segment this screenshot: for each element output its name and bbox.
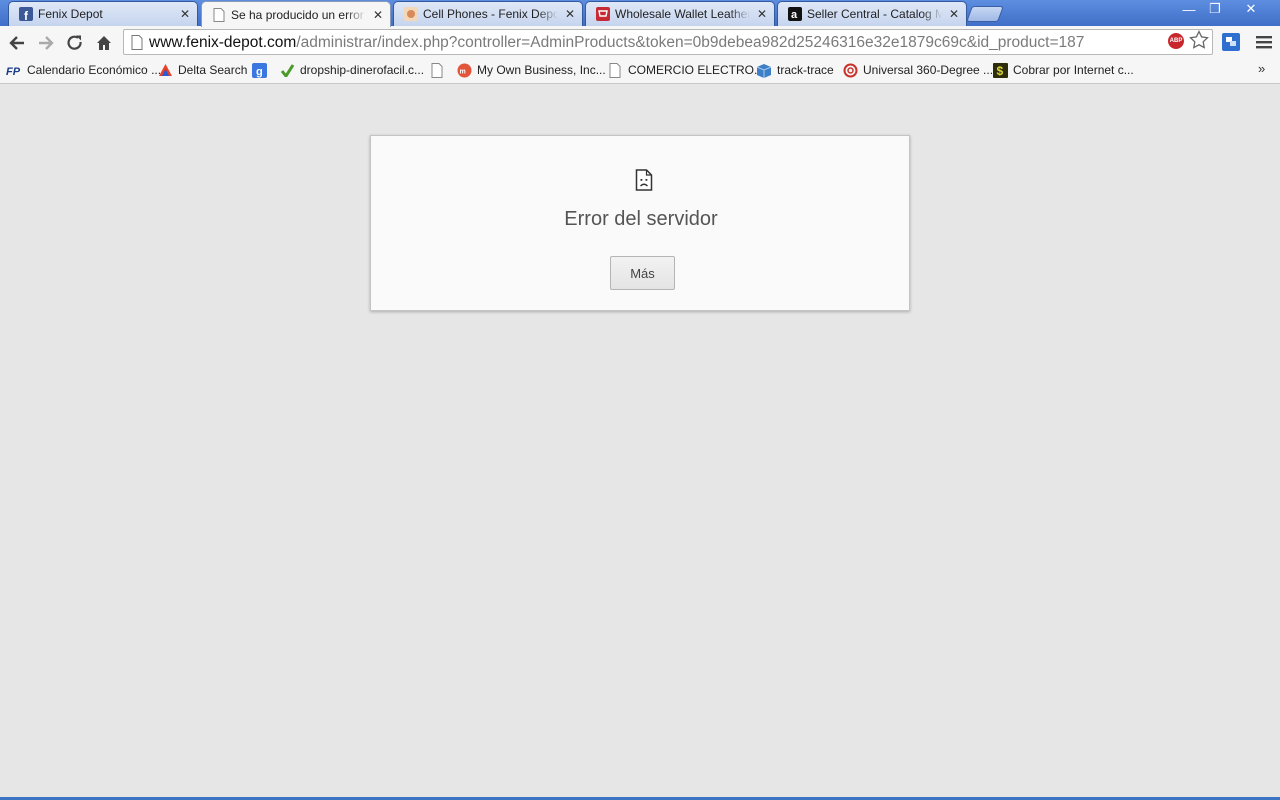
mob-icon: m xyxy=(456,62,472,78)
more-button[interactable]: Más xyxy=(610,256,675,290)
new-tab-button[interactable] xyxy=(966,6,1004,22)
close-window-button[interactable]: ✕ xyxy=(1228,0,1274,18)
tab-seller-central[interactable]: a Seller Central - Catalog Mana ✕ xyxy=(777,1,967,26)
adblock-plus-icon[interactable]: ABP xyxy=(1168,33,1184,49)
bookmark-item[interactable]: Delta Search xyxy=(157,59,247,81)
back-arrow-icon xyxy=(9,36,24,50)
page-icon xyxy=(131,35,143,53)
svg-text:$: $ xyxy=(996,64,1003,78)
tab-fenix-depot[interactable]: f Fenix Depot ✕ xyxy=(8,1,198,26)
page-icon xyxy=(211,7,226,22)
tab-close-icon[interactable]: ✕ xyxy=(564,8,576,20)
google-icon: g xyxy=(251,62,267,78)
tab-close-icon[interactable]: ✕ xyxy=(948,8,960,20)
svg-text:a: a xyxy=(791,9,798,21)
bookmark-star-icon[interactable] xyxy=(1189,30,1209,53)
reload-button[interactable] xyxy=(63,31,87,55)
bookmark-label: Calendario Económico ... xyxy=(27,63,162,77)
forward-button[interactable] xyxy=(34,31,58,55)
svg-text:m: m xyxy=(459,68,465,75)
box-icon xyxy=(756,62,772,78)
tab-title: Wholesale Wallet Leather Ca xyxy=(615,7,750,21)
swirl-icon xyxy=(842,62,858,78)
tab-cell-phones[interactable]: Cell Phones - Fenix Depot ✕ xyxy=(393,1,583,26)
page-icon xyxy=(607,62,623,78)
bookmark-item[interactable]: m My Own Business, Inc... xyxy=(456,59,606,81)
server-error-panel: Error del servidor Más xyxy=(370,135,910,311)
tab-title: Cell Phones - Fenix Depot xyxy=(423,7,558,21)
address-bar[interactable]: www.fenix-depot.com/administrar/index.ph… xyxy=(123,29,1213,55)
facebook-icon: f xyxy=(18,7,33,22)
dollar-icon: $ xyxy=(992,62,1008,78)
bookmark-label: track-trace xyxy=(777,63,834,77)
error-title: Error del servidor xyxy=(564,208,718,230)
tab-wholesale-wallet[interactable]: Wholesale Wallet Leather Ca ✕ xyxy=(585,1,775,26)
extension-icon[interactable] xyxy=(1222,33,1240,51)
bookmark-item[interactable] xyxy=(429,59,450,81)
tab-title: Se ha producido un error al c xyxy=(231,7,366,22)
svg-text:g: g xyxy=(256,66,263,78)
bookmark-item[interactable]: FP Calendario Económico ... xyxy=(6,59,161,81)
bookmark-label: Universal 360-Degree ... xyxy=(863,63,994,77)
home-icon xyxy=(97,36,111,50)
reload-icon xyxy=(67,35,82,50)
amazon-icon: a xyxy=(787,7,802,22)
bookmark-label: Cobrar por Internet c... xyxy=(1013,63,1134,77)
back-button[interactable] xyxy=(5,31,29,55)
bookmark-item[interactable]: dropship-dinerofacil.c... xyxy=(279,59,424,81)
leaf-icon xyxy=(279,62,295,78)
bookmark-label: Delta Search xyxy=(178,63,248,77)
tab-close-icon[interactable]: ✕ xyxy=(179,8,191,20)
tab-close-icon[interactable]: ✕ xyxy=(756,8,768,20)
delta-icon xyxy=(157,62,173,78)
cart-icon xyxy=(595,7,610,22)
sad-page-icon xyxy=(635,169,653,194)
minimize-button[interactable]: — xyxy=(1176,0,1202,18)
home-button[interactable] xyxy=(92,31,116,55)
tab-server-error[interactable]: Se ha producido un error al c ✕ xyxy=(201,1,391,27)
tab-title: Seller Central - Catalog Mana xyxy=(807,7,942,21)
url-path: /administrar/index.php?controller=AdminP… xyxy=(296,34,1085,51)
bookmark-item[interactable]: Universal 360-Degree ... xyxy=(842,59,993,81)
url-host: www.fenix-depot.com xyxy=(149,34,297,51)
url-text[interactable]: www.fenix-depot.com/administrar/index.ph… xyxy=(149,35,1084,51)
bookmarks-overflow-chevron-icon[interactable]: » xyxy=(1258,61,1265,76)
bookmark-label: COMERCIO ELECTRO... xyxy=(628,63,765,77)
forward-arrow-icon xyxy=(39,36,54,50)
site-icon xyxy=(403,7,418,22)
bookmarks-bar: FP Calendario Económico ... Delta Search… xyxy=(0,59,1280,84)
tab-strip: f Fenix Depot ✕ Se ha producido un error… xyxy=(0,0,1280,27)
maximize-button[interactable]: ❐ xyxy=(1202,0,1228,18)
bookmark-item[interactable]: $ Cobrar por Internet c... xyxy=(992,59,1134,81)
fp-icon: FP xyxy=(6,62,22,78)
bookmark-label: dropship-dinerofacil.c... xyxy=(300,63,425,77)
menu-icon[interactable] xyxy=(1256,35,1272,52)
bookmark-label: My Own Business, Inc... xyxy=(477,63,606,77)
bookmark-item[interactable]: g xyxy=(251,59,272,81)
browser-toolbar: www.fenix-depot.com/administrar/index.ph… xyxy=(0,26,1280,59)
tab-close-icon[interactable]: ✕ xyxy=(372,9,384,21)
svg-text:FP: FP xyxy=(6,66,21,76)
window-controls: — ❐ ✕ xyxy=(1176,0,1274,18)
blank-page-icon xyxy=(429,62,445,78)
bookmark-item[interactable]: COMERCIO ELECTRO... xyxy=(607,59,764,81)
tab-title: Fenix Depot xyxy=(38,7,103,21)
bookmark-item[interactable]: track-trace xyxy=(756,59,834,81)
